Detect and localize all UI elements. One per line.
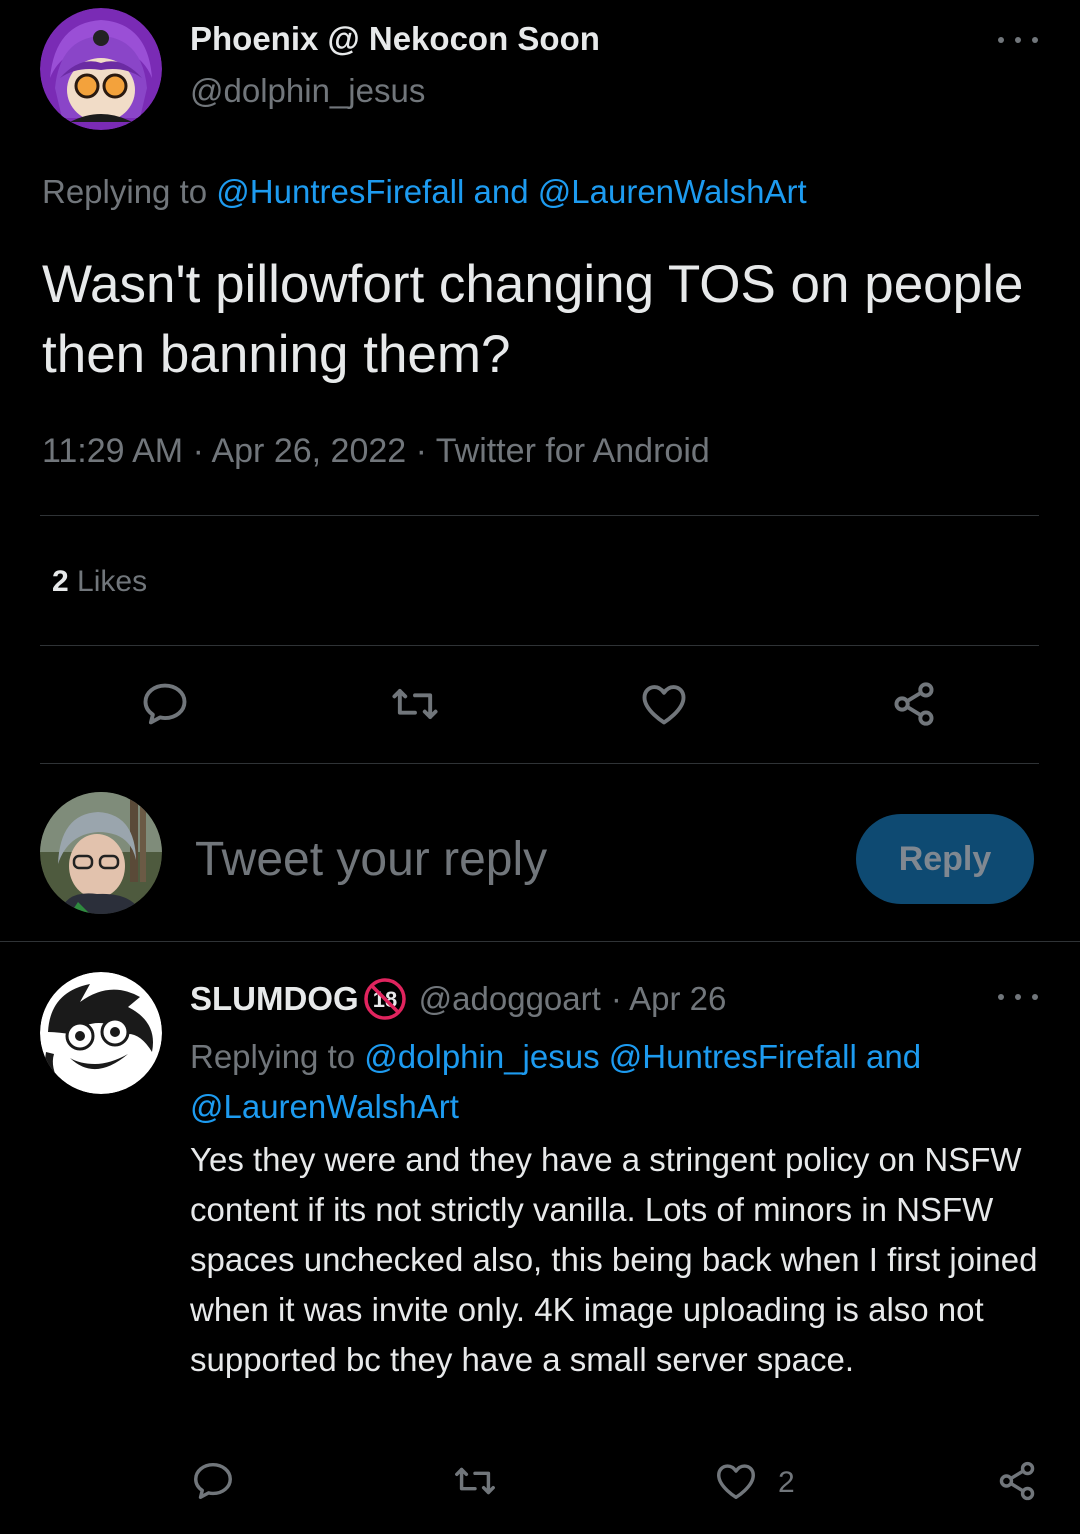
- tweet-timestamp: 11:29 AM · Apr 26, 2022 · Twitter for An…: [42, 432, 710, 470]
- mention-link[interactable]: @dolphin_jesus: [364, 1038, 599, 1075]
- replying-prefix: Replying to: [42, 173, 208, 210]
- mention-link[interactable]: @LaurenWalshArt: [190, 1088, 459, 1125]
- tweet-text: Wasn't pillowfort changing TOS on people…: [42, 255, 1024, 384]
- retweet-icon[interactable]: [452, 1458, 498, 1504]
- mention-link[interactable]: @LaurenWalshArt: [538, 173, 807, 210]
- tweet-date[interactable]: · Apr 26: [611, 980, 727, 1018]
- heart-icon[interactable]: [713, 1458, 759, 1504]
- divider: [40, 645, 1039, 646]
- like-count: 2: [778, 1466, 795, 1499]
- avatar[interactable]: [40, 972, 162, 1094]
- share-icon[interactable]: [994, 1458, 1040, 1504]
- author-name[interactable]: SLUMDOG: [190, 980, 359, 1018]
- retweet-icon[interactable]: [389, 678, 441, 730]
- replying-and: and: [473, 173, 529, 210]
- more-icon[interactable]: [998, 987, 1038, 1007]
- no-under-18-icon: 18: [363, 978, 406, 1020]
- more-icon[interactable]: [998, 30, 1038, 50]
- avatar[interactable]: [40, 792, 162, 914]
- likes-stat[interactable]: 2 Likes: [52, 565, 147, 599]
- reply-icon[interactable]: [139, 678, 191, 730]
- tweet-text: Yes they were and they have a stringent …: [190, 1141, 1038, 1378]
- reply-button[interactable]: Reply: [856, 814, 1034, 904]
- replying-to: Replying to @dolphin_jesus @HuntresFiref…: [190, 1032, 1030, 1132]
- divider: [40, 515, 1039, 516]
- replying-prefix: Replying to: [190, 1038, 356, 1075]
- mention-link[interactable]: @HuntresFirefall: [216, 173, 464, 210]
- divider: [40, 763, 1039, 764]
- reply-icon[interactable]: [190, 1458, 236, 1504]
- author-handle[interactable]: @adoggoart: [419, 980, 601, 1018]
- author-name[interactable]: Phoenix @ Nekocon Soon: [190, 20, 600, 58]
- likes-count: 2: [52, 565, 69, 598]
- divider: [0, 941, 1080, 942]
- author-handle[interactable]: @dolphin_jesus: [190, 72, 425, 110]
- reply-input[interactable]: Tweet your reply: [195, 832, 547, 887]
- likes-label: Likes: [77, 565, 148, 598]
- tweet-detail-page: Phoenix @ Nekocon Soon @dolphin_jesus Re…: [0, 0, 1080, 1534]
- heart-icon[interactable]: [638, 678, 690, 730]
- share-icon[interactable]: [888, 678, 940, 730]
- mention-link[interactable]: @HuntresFirefall: [609, 1038, 857, 1075]
- replying-and: and: [866, 1038, 922, 1075]
- avatar[interactable]: [40, 8, 162, 130]
- reply-header: SLUMDOG 18 @adoggoart · Apr 26: [190, 977, 726, 1021]
- replying-to: Replying to @HuntresFirefall and @Lauren…: [42, 173, 807, 211]
